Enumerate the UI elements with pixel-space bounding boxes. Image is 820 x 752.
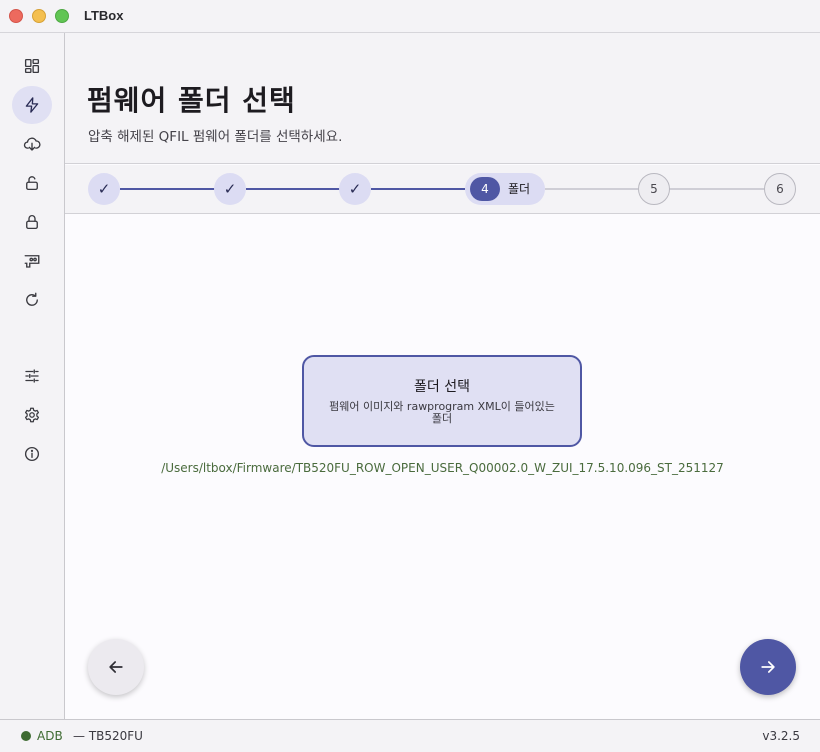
settings-icon bbox=[24, 407, 40, 423]
app-title: LTBox bbox=[84, 8, 124, 23]
page-subtitle: 압축 해제된 QFIL 펌웨어 폴더를 선택하세요. bbox=[88, 129, 343, 145]
select-folder-title: 폴더 선택 bbox=[414, 379, 470, 395]
sidebar bbox=[0, 33, 65, 719]
connection-status-icon bbox=[21, 731, 31, 741]
sidebar-item-device[interactable] bbox=[12, 242, 52, 280]
select-folder-description: 펌웨어 이미지와 rawprogram XML이 들어있는 폴더 bbox=[329, 400, 555, 425]
step-1-done[interactable]: ✓ bbox=[88, 173, 120, 205]
maximize-window-button[interactable] bbox=[55, 9, 69, 23]
tune-icon bbox=[25, 369, 39, 383]
step-4-number: 4 bbox=[470, 177, 500, 201]
step-5[interactable]: 5 bbox=[638, 173, 670, 205]
stepper: ✓ ✓ ✓ 4 폴더 5 6 bbox=[65, 165, 820, 214]
step-3-done[interactable]: ✓ bbox=[339, 173, 371, 205]
flash-icon bbox=[25, 97, 39, 113]
sidebar-item-flash[interactable] bbox=[12, 86, 52, 124]
arrow-left-icon bbox=[109, 661, 123, 673]
sidebar-item-info[interactable] bbox=[12, 435, 52, 473]
connection-status: ADB bbox=[37, 729, 63, 743]
info-icon bbox=[24, 446, 40, 462]
step-connector bbox=[120, 188, 215, 190]
main-content: 펌웨어 폴더 선택 압축 해제된 QFIL 펌웨어 폴더를 선택하세요. ✓ ✓… bbox=[65, 33, 820, 719]
select-folder-button[interactable]: 폴더 선택 펌웨어 이미지와 rawprogram XML이 들어있는 폴더 bbox=[302, 355, 582, 447]
arrow-right-icon bbox=[761, 661, 775, 673]
back-button[interactable] bbox=[88, 639, 144, 695]
sidebar-item-lock[interactable] bbox=[12, 203, 52, 241]
sidebar-item-tune[interactable] bbox=[12, 357, 52, 395]
minimize-window-button[interactable] bbox=[32, 9, 46, 23]
step-connector bbox=[246, 188, 340, 190]
status-bar: ADB — TB520FU v3.2.5 bbox=[0, 719, 820, 752]
sidebar-item-unlock[interactable] bbox=[12, 164, 52, 202]
next-button[interactable] bbox=[740, 639, 796, 695]
step-connector bbox=[371, 188, 465, 190]
step-2-done[interactable]: ✓ bbox=[214, 173, 246, 205]
step-4-label: 폴더 bbox=[508, 182, 531, 196]
step-4-current[interactable]: 4 폴더 bbox=[465, 173, 545, 205]
step-6[interactable]: 6 bbox=[764, 173, 796, 205]
unlock-icon bbox=[26, 176, 38, 191]
sidebar-item-settings[interactable] bbox=[12, 396, 52, 434]
step-connector bbox=[669, 188, 764, 190]
chip-icon bbox=[24, 255, 40, 268]
app-version: v3.2.5 bbox=[762, 729, 800, 743]
sidebar-item-download[interactable] bbox=[12, 125, 52, 163]
window-controls bbox=[9, 9, 69, 23]
sidebar-item-dashboard[interactable] bbox=[12, 47, 52, 85]
refresh-icon bbox=[26, 292, 38, 306]
step-connector bbox=[545, 188, 638, 190]
app-window: LTBox 펌웨어 폴더 선택 압축 해제된 QFIL 펌웨어 폴더를 선택하세… bbox=[0, 0, 820, 752]
lock-icon bbox=[26, 215, 38, 230]
device-name: — TB520FU bbox=[73, 729, 143, 743]
cloud-download-icon bbox=[23, 137, 41, 151]
close-window-button[interactable] bbox=[9, 9, 23, 23]
title-bar: LTBox bbox=[0, 0, 820, 33]
sidebar-item-refresh[interactable] bbox=[12, 281, 52, 319]
page-title: 펌웨어 폴더 선택 bbox=[87, 84, 296, 117]
dashboard-icon bbox=[24, 58, 40, 74]
selected-folder-path: /Users/ltbox/Firmware/TB520FU_ROW_OPEN_U… bbox=[161, 461, 724, 475]
page-header: 펌웨어 폴더 선택 압축 해제된 QFIL 펌웨어 폴더를 선택하세요. bbox=[65, 33, 820, 164]
